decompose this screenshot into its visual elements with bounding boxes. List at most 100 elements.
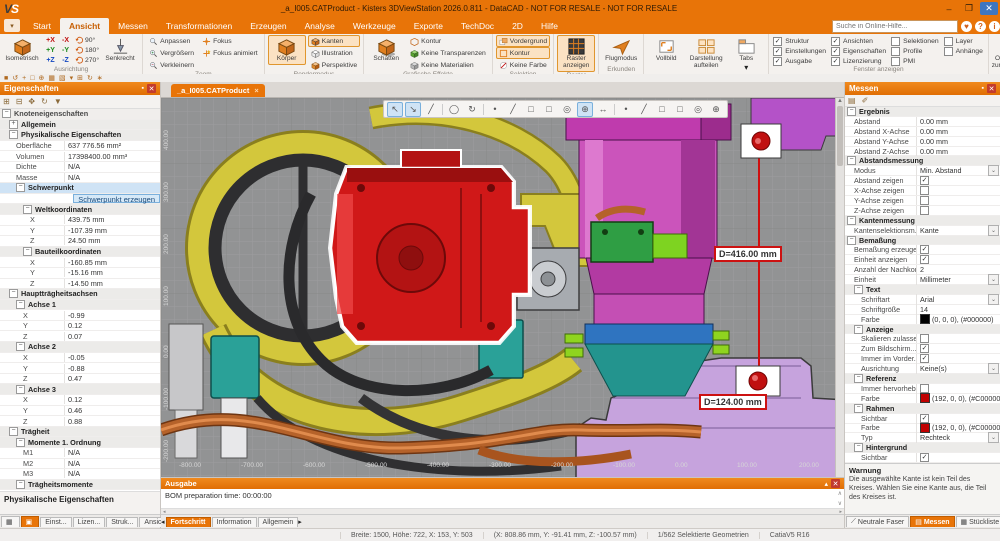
property-row[interactable]: Abstand0.00 mm bbox=[845, 117, 1000, 127]
property-row[interactable]: Oberfläche637 776.56 mm² bbox=[0, 141, 160, 152]
edit-icon[interactable]: ✐ bbox=[862, 97, 869, 105]
panel-tab-messen[interactable]: ▤Messen bbox=[910, 516, 954, 527]
window-toggle-lizenzierung[interactable]: ✓Lizenzierung bbox=[831, 56, 886, 66]
measure-close-icon[interactable]: ✕ bbox=[987, 84, 996, 93]
property-row[interactable]: Y-15.16 mm bbox=[0, 268, 160, 279]
tab-ansicht[interactable]: Ansicht bbox=[60, 18, 109, 34]
checkbox-icon[interactable]: ✓ bbox=[773, 57, 782, 66]
dim-label-top[interactable]: D=416.00 mm bbox=[714, 246, 782, 262]
measure-pin-icon[interactable]: ▪ bbox=[982, 85, 984, 92]
property-row[interactable]: Z0.07 bbox=[0, 331, 160, 342]
tab-werkzeuge[interactable]: Werkzeuge bbox=[344, 18, 405, 34]
solid2-icon[interactable]: □ bbox=[672, 102, 688, 117]
property-row[interactable]: Y0.46 bbox=[0, 406, 160, 417]
ribbon-keine-farbe[interactable]: Keine Farbe bbox=[496, 59, 550, 71]
output-tab-information[interactable]: Information bbox=[212, 517, 257, 527]
expander-icon[interactable]: − bbox=[16, 385, 25, 394]
tab-analyse[interactable]: Analyse bbox=[296, 18, 344, 34]
expander-icon[interactable]: − bbox=[847, 156, 856, 165]
dim-label-bottom[interactable]: D=124.00 mm bbox=[699, 394, 767, 410]
output-tab-allgemein[interactable]: Allgemein bbox=[258, 517, 299, 527]
expander-icon[interactable]: − bbox=[854, 285, 863, 294]
tree-section[interactable]: −Ergebnis bbox=[845, 107, 1000, 117]
rotate-270°[interactable]: 270° bbox=[75, 55, 99, 65]
ribbon-vordergrund[interactable]: Vordergrund bbox=[496, 35, 550, 47]
checkbox-icon[interactable] bbox=[891, 47, 900, 56]
ribbon-isometrisch[interactable]: Isometrisch bbox=[3, 35, 41, 65]
maximize-button[interactable]: ❐ bbox=[960, 2, 978, 15]
tree-section[interactable]: −Referenz bbox=[845, 374, 1000, 384]
help-icon[interactable]: ? bbox=[975, 21, 986, 32]
measure-snap-icon[interactable]: ↘ bbox=[405, 102, 421, 117]
color-swatch[interactable] bbox=[920, 314, 930, 324]
tree-section[interactable]: −Weltkoordinaten bbox=[0, 204, 160, 215]
axis-icon[interactable]: ⊕ bbox=[577, 102, 593, 117]
window-toggle-anhänge[interactable]: Anhänge bbox=[944, 46, 983, 56]
expander-icon[interactable]: − bbox=[16, 480, 25, 489]
tree-section[interactable]: −Bemaßung bbox=[845, 236, 1000, 246]
property-row[interactable]: DichteN/A bbox=[0, 162, 160, 173]
checkbox-icon[interactable] bbox=[944, 37, 953, 46]
expander-icon[interactable]: + bbox=[9, 120, 18, 129]
minimize-button[interactable]: – bbox=[940, 2, 958, 15]
checkbox-icon[interactable]: ✓ bbox=[920, 414, 929, 423]
output-scroll-up-icon[interactable]: ∧ bbox=[838, 490, 842, 497]
checkbox-icon[interactable] bbox=[920, 186, 929, 195]
solid-icon[interactable]: □ bbox=[541, 102, 557, 117]
tab-hilfe[interactable]: Hilfe bbox=[532, 18, 567, 34]
scroll-up-icon[interactable]: ▲ bbox=[837, 98, 843, 104]
tree-section[interactable]: −Trägheitsmomente bbox=[0, 480, 160, 491]
axis-minus-X[interactable]: -X bbox=[58, 35, 73, 45]
output-pin-icon[interactable]: ▴ bbox=[824, 480, 828, 488]
dropdown-icon[interactable]: ⌄ bbox=[988, 225, 999, 236]
expander-icon[interactable]: − bbox=[16, 342, 25, 351]
checkbox-icon[interactable]: ✓ bbox=[920, 255, 929, 264]
viewport-scrollbar[interactable]: ▲ bbox=[835, 98, 844, 477]
dropdown-icon[interactable]: ⌄ bbox=[988, 363, 999, 374]
tab-tools[interactable]: ▣ bbox=[21, 516, 40, 527]
property-row[interactable]: Bemaßung erzeugen✓ bbox=[845, 245, 1000, 255]
ribbon-verkleinern[interactable]: Verkleinern bbox=[146, 59, 197, 71]
quick-icon-2[interactable]: ↺ bbox=[12, 75, 18, 82]
file-menu-button[interactable]: ▾ bbox=[4, 19, 20, 32]
export-icon[interactable]: ▤ bbox=[848, 97, 856, 105]
tab-exporte[interactable]: Exporte bbox=[405, 18, 452, 34]
checkbox-icon[interactable] bbox=[944, 47, 953, 56]
ribbon-körper[interactable]: Körper bbox=[268, 35, 306, 65]
quick-icon-11[interactable]: ∗ bbox=[97, 75, 103, 82]
quick-icon-4[interactable]: □ bbox=[30, 75, 34, 82]
tree-section[interactable]: −Hauptträgheitsachsen bbox=[0, 289, 160, 300]
ribbon-oberfläche-zurücksetzen[interactable]: Oberfläche zurücksetzen bbox=[992, 35, 1000, 72]
checkbox-icon[interactable]: ✓ bbox=[920, 344, 929, 353]
ribbon-keine-materialien[interactable]: Keine Materialien bbox=[407, 59, 489, 71]
ribbon-fokus[interactable]: Fokus bbox=[199, 35, 261, 47]
property-row[interactable]: Skalieren zulassen bbox=[845, 334, 1000, 344]
property-row[interactable]: Z-14.50 mm bbox=[0, 279, 160, 290]
dropdown-icon[interactable]: ⌄ bbox=[988, 274, 999, 285]
property-row[interactable]: Z0.47 bbox=[0, 374, 160, 385]
tree-section[interactable]: −Schwerpunkt bbox=[0, 183, 160, 194]
tree-section[interactable]: −Achse 1 bbox=[0, 300, 160, 311]
axis-minus-Y[interactable]: -Y bbox=[58, 45, 73, 55]
quick-icon-9[interactable]: ⊞ bbox=[77, 75, 83, 82]
property-row[interactable]: Y-Achse zeigen bbox=[845, 196, 1000, 206]
measure-line-icon[interactable]: ╱ bbox=[423, 102, 439, 117]
tab-messen[interactable]: Messen bbox=[109, 18, 157, 34]
center-icon[interactable]: ◎ bbox=[559, 102, 575, 117]
expander-icon[interactable]: − bbox=[847, 216, 856, 225]
window-toggle-pmi[interactable]: PMI bbox=[891, 56, 939, 66]
ribbon-flugmodus[interactable]: Flugmodus bbox=[602, 35, 640, 65]
expander-icon[interactable]: − bbox=[16, 438, 25, 447]
face2-icon[interactable]: □ bbox=[654, 102, 670, 117]
tab-views[interactable]: ▦ bbox=[1, 516, 20, 527]
output-scroll-down-icon[interactable]: ∨ bbox=[838, 500, 842, 507]
quick-icon-6[interactable]: ▦ bbox=[48, 75, 55, 82]
checkbox-icon[interactable]: ✓ bbox=[831, 57, 840, 66]
ribbon-anpassen[interactable]: Anpassen bbox=[146, 35, 197, 47]
color-swatch[interactable] bbox=[920, 393, 930, 403]
rotate-90°[interactable]: 90° bbox=[75, 35, 99, 45]
edge2-icon[interactable]: ╱ bbox=[636, 102, 652, 117]
ribbon-perspektive[interactable]: Perspektive bbox=[308, 59, 361, 71]
ribbon-darstellung-aufteilen[interactable]: Darstellung aufteilen bbox=[687, 35, 725, 72]
ribbon-kontur[interactable]: Kontur bbox=[496, 47, 550, 59]
